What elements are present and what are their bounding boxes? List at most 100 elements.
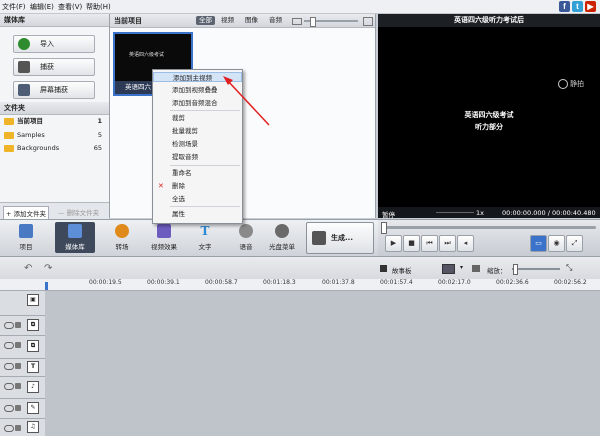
folder-actions: + 添加文件夹 — 删除文件夹 — [0, 202, 109, 220]
eye-icon[interactable] — [4, 383, 14, 390]
folder-current-project[interactable]: 当前项目 1 — [2, 116, 105, 127]
screen-capture-button[interactable]: 屏幕捕获 — [13, 81, 95, 99]
audio-track-icon: ♪ — [27, 381, 39, 393]
folder-samples[interactable]: Samples 5 — [2, 130, 105, 141]
screen-icon — [18, 84, 30, 96]
twitter-icon[interactable]: t — [572, 1, 583, 12]
zoom-slider[interactable] — [512, 268, 560, 270]
preview-panel: 英语四六级听力考试后 英语四六级考试 听力部分 静拍 暂停 1x 00:00:0… — [378, 14, 600, 219]
menu-detect-scenes[interactable]: 检测场景 — [153, 139, 242, 149]
timeline-toolbar: ↶ ↷ 故事板 ▾ 缩放： ⤡ — [0, 256, 600, 280]
voice-button[interactable]: 语音 — [226, 222, 266, 253]
menu-properties[interactable]: 属性 — [153, 209, 242, 219]
transitions-icon — [115, 224, 129, 238]
timeline-tracks-area[interactable] — [45, 291, 600, 436]
menu-extract-audio[interactable]: 提取音频 — [153, 152, 242, 162]
seek-bar[interactable] — [382, 226, 596, 229]
timeline-ruler[interactable]: 00:00:19.5 00:00:39.1 00:00:58.7 00:01:1… — [0, 279, 600, 291]
ruler-tick: 00:01:37.8 — [322, 279, 355, 286]
facebook-icon[interactable]: f — [559, 1, 570, 12]
track-header-voice: ✎ — [0, 398, 45, 419]
playhead[interactable] — [45, 282, 48, 290]
filter-all[interactable]: 全部 — [196, 16, 215, 25]
menu-help[interactable]: 帮助(H) — [86, 2, 111, 12]
plus-icon — [18, 38, 30, 50]
preview-status-bar: 暂停 1x 00:00:00.000 / 00:00:40.480 — [378, 207, 600, 219]
lock-icon[interactable] — [15, 405, 21, 411]
menu-bar: 文件(F) 编辑(E) 查看(V) 帮助(H) f t ▶ — [0, 0, 600, 14]
import-button[interactable]: 导入 — [13, 35, 95, 53]
filter-video[interactable]: 视频 — [218, 16, 237, 25]
filter-image[interactable]: 图像 — [242, 16, 261, 25]
folder-backgrounds[interactable]: Backgrounds 65 — [2, 143, 105, 154]
youtube-icon[interactable]: ▶ — [585, 1, 596, 12]
menu-edit[interactable]: 编辑(E) — [30, 2, 54, 12]
watermark-logo-icon — [558, 79, 568, 89]
redo-icon[interactable]: ↷ — [44, 263, 52, 274]
produce-button[interactable]: 生成... — [306, 222, 374, 254]
menu-file[interactable]: 文件(F) — [2, 2, 26, 12]
overlay-track-icon: ⧉ — [27, 319, 39, 331]
playback-time: 00:00:00.000 / 00:00:40.480 — [502, 209, 596, 217]
display-icon[interactable] — [442, 264, 455, 274]
slider-thumb[interactable] — [310, 17, 316, 27]
snapshot-icon[interactable]: ◉ — [548, 235, 565, 252]
thumbnail-large-icon — [363, 17, 373, 26]
display-dropdown-icon[interactable]: ▾ — [460, 264, 463, 271]
storyboard-toggle[interactable]: 故事板 — [392, 265, 412, 275]
menu-select-all[interactable]: 全选 — [153, 194, 242, 204]
video-effects-button[interactable]: 视频效果 — [144, 222, 184, 253]
speed-slider[interactable] — [436, 212, 474, 213]
ruler-tick: 00:00:19.5 — [89, 279, 122, 286]
eye-icon[interactable] — [4, 342, 14, 349]
disc-icon — [275, 224, 289, 238]
add-folder-button[interactable]: + 添加文件夹 — [3, 206, 50, 220]
seek-thumb[interactable] — [381, 222, 387, 234]
transitions-button[interactable]: 转场 — [102, 222, 142, 253]
ruler-tick: 00:01:18.3 — [263, 279, 296, 286]
capture-button[interactable]: 捕获 — [13, 58, 95, 76]
project-button[interactable]: 项目 — [6, 222, 46, 253]
fullscreen-icon[interactable]: ⤢ — [566, 235, 583, 252]
lock-icon[interactable] — [15, 425, 21, 431]
lock-icon[interactable] — [15, 363, 21, 369]
eye-icon[interactable] — [4, 405, 14, 412]
volume-icon[interactable]: ◂ — [457, 235, 474, 252]
storyboard-icon — [380, 265, 387, 272]
eye-icon[interactable] — [4, 425, 14, 432]
text-button[interactable]: T 文字 — [185, 222, 225, 253]
lock-icon[interactable] — [15, 342, 21, 348]
play-button[interactable]: ▶ — [385, 235, 402, 252]
next-button[interactable]: ⏭ — [439, 235, 456, 252]
ruler-tick: 00:02:17.0 — [438, 279, 471, 286]
media-library-icon — [68, 224, 82, 238]
delete-folder-button[interactable]: — 删除文件夹 — [56, 206, 101, 218]
monitor-icon[interactable]: ▭ — [530, 235, 547, 252]
menu-view[interactable]: 查看(V) — [58, 2, 82, 12]
ruler-tick: 00:02:36.6 — [496, 279, 529, 286]
preview-screen[interactable]: 英语四六级考试 听力部分 静拍 — [378, 27, 600, 207]
menu-rename[interactable]: 重命名 — [153, 168, 242, 178]
track-header-text: T — [0, 358, 45, 377]
playback-controls: ▶ ■ ⏮ ⏭ ◂ ▭ ◉ ⤢ — [378, 219, 600, 256]
media-library-button[interactable]: 媒体库 — [55, 222, 95, 253]
fit-to-window-icon[interactable]: ⤡ — [566, 263, 572, 273]
split-icon[interactable] — [472, 265, 480, 272]
undo-icon[interactable]: ↶ — [24, 263, 32, 274]
lock-icon[interactable] — [15, 322, 21, 328]
stop-button[interactable]: ■ — [403, 235, 420, 252]
main-toolbar: 项目 媒体库 转场 视频效果 T 文字 语音 光盘菜单 生成... — [0, 219, 378, 256]
filter-audio[interactable]: 音频 — [266, 16, 285, 25]
eye-icon[interactable] — [4, 363, 14, 370]
disc-menu-button[interactable]: 光盘菜单 — [262, 222, 302, 253]
menu-delete[interactable]: ✕ 删除 — [153, 181, 242, 191]
ruler-tick: 00:00:58.7 — [205, 279, 238, 286]
folder-icon — [4, 132, 14, 139]
previous-button[interactable]: ⏮ — [421, 235, 438, 252]
annotation-arrow — [223, 76, 270, 126]
project-icon — [19, 224, 33, 238]
playback-speed: 1x — [476, 209, 484, 217]
lock-icon[interactable] — [15, 383, 21, 389]
zoom-slider-thumb[interactable] — [513, 264, 518, 275]
eye-icon[interactable] — [4, 322, 14, 329]
